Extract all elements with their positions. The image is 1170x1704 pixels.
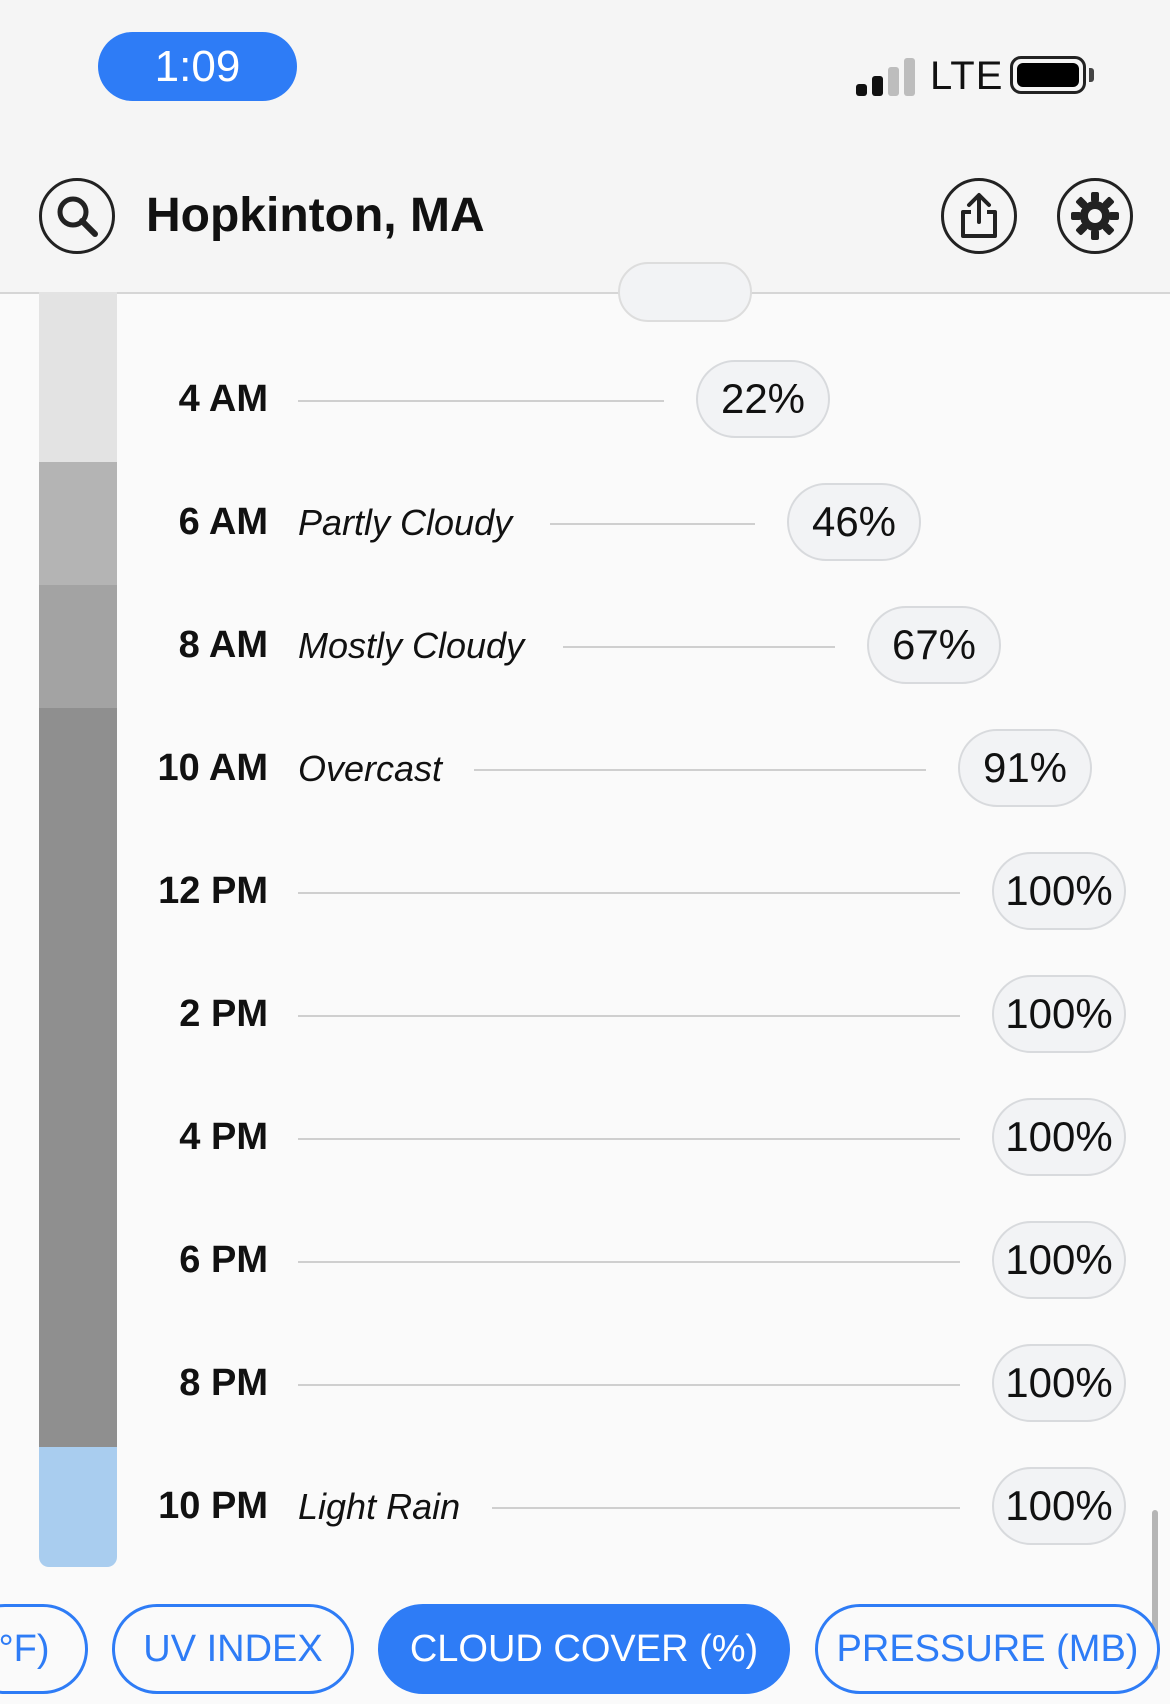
forecast-row[interactable]: 4 AM 22% <box>0 340 1170 462</box>
row-condition: Light Rain <box>298 1486 461 1527</box>
status-time[interactable]: 1:09 <box>98 32 297 101</box>
row-line <box>298 1015 960 1017</box>
row-line <box>563 646 835 648</box>
row-value-pill: 46% <box>787 483 921 561</box>
row-value-pill: 91% <box>958 729 1092 807</box>
row-time: 4 PM <box>179 1116 268 1158</box>
forecast-row[interactable]: 10 PM Light Rain 100% <box>0 1447 1170 1569</box>
forecast-row[interactable]: 4 PM 100% <box>0 1078 1170 1200</box>
row-condition: Partly Cloudy <box>298 502 513 543</box>
row-line <box>492 1507 960 1509</box>
row-line <box>550 523 755 525</box>
row-condition: Overcast <box>298 748 443 789</box>
location-title: Hopkinton, MA <box>146 189 485 242</box>
forecast-row[interactable]: 10 AM Overcast 91% <box>0 709 1170 831</box>
row-time: 6 AM <box>178 501 268 543</box>
row-time: 6 PM <box>179 1239 268 1281</box>
forecast-row[interactable]: 6 AM Partly Cloudy 46% <box>0 463 1170 585</box>
row-value-pill: 100% <box>992 975 1126 1053</box>
settings-button[interactable] <box>1057 178 1133 254</box>
forecast-row[interactable]: 12 PM 100% <box>0 832 1170 954</box>
scrolled-value-pill <box>618 262 752 322</box>
search-button[interactable] <box>39 178 115 254</box>
share-icon <box>961 193 997 238</box>
share-button[interactable] <box>941 178 1017 254</box>
tab-temperature[interactable]: °F) <box>0 1604 88 1694</box>
signal-strength-icon <box>856 58 916 96</box>
row-condition: Mostly Cloudy <box>298 625 525 666</box>
forecast-row[interactable]: 8 PM 100% <box>0 1324 1170 1446</box>
forecast-row[interactable]: 8 AM Mostly Cloudy 67% <box>0 586 1170 708</box>
row-time: 4 AM <box>178 378 268 420</box>
tab-pressure[interactable]: PRESSURE (MB) <box>815 1604 1160 1694</box>
row-time: 10 PM <box>158 1485 268 1527</box>
row-time: 12 PM <box>158 870 268 912</box>
search-icon <box>57 196 98 237</box>
row-line <box>298 1138 960 1140</box>
row-time: 2 PM <box>179 993 268 1035</box>
row-value-pill: 100% <box>992 1467 1126 1545</box>
row-time: 8 AM <box>178 624 268 666</box>
row-line <box>298 1384 960 1386</box>
battery-tip <box>1089 68 1094 82</box>
row-time: 8 PM <box>179 1362 268 1404</box>
network-type: LTE <box>930 54 1004 98</box>
gear-icon <box>1071 192 1119 240</box>
tab-uv-index[interactable]: UV INDEX <box>112 1604 354 1694</box>
row-line <box>474 769 926 771</box>
row-value-pill: 100% <box>992 1221 1126 1299</box>
forecast-row[interactable]: 6 PM 100% <box>0 1201 1170 1323</box>
metric-tabs: °F) UV INDEX CLOUD COVER (%) PRESSURE (M… <box>0 1600 1170 1704</box>
row-line <box>298 400 664 402</box>
tab-cloud-cover[interactable]: CLOUD COVER (%) <box>378 1604 790 1694</box>
row-line <box>298 1261 960 1263</box>
forecast-row[interactable]: 2 PM 100% <box>0 955 1170 1077</box>
status-bar: 1:09 LTE <box>0 0 1170 140</box>
app-header: Hopkinton, MA <box>0 140 1170 294</box>
row-value-pill: 22% <box>696 360 830 438</box>
row-value-pill: 100% <box>992 1098 1126 1176</box>
row-time: 10 AM <box>157 747 268 789</box>
row-value-pill: 100% <box>992 1344 1126 1422</box>
row-value-pill: 100% <box>992 852 1126 930</box>
battery-icon <box>1010 56 1086 94</box>
row-line <box>298 892 960 894</box>
row-value-pill: 67% <box>867 606 1001 684</box>
